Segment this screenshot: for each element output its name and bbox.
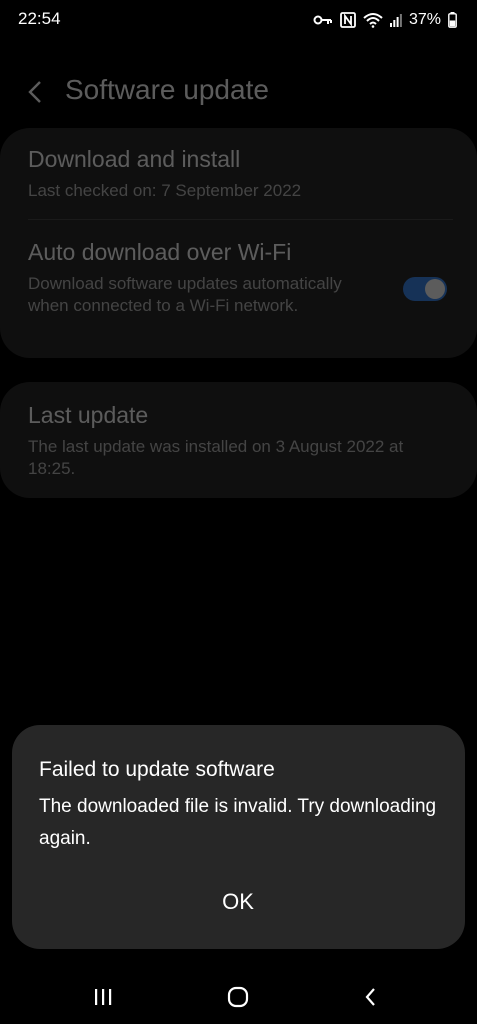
- status-icons: 37%: [313, 8, 457, 32]
- signal-icon: [389, 13, 402, 27]
- status-time: 22:54: [18, 9, 61, 28]
- nfc-icon: [340, 12, 356, 28]
- back-icon[interactable]: [356, 984, 386, 1010]
- home-icon[interactable]: [223, 984, 253, 1010]
- last-update-subtitle: The last update was installed on 3 Augus…: [28, 437, 404, 478]
- status-bar: 22:54 37%: [0, 0, 477, 40]
- battery-icon: [448, 12, 457, 28]
- vpn-key-icon: [313, 13, 333, 27]
- auto-download-subtitle: Download software updates automatically …: [28, 274, 342, 315]
- divider: [28, 219, 453, 220]
- header: Software update: [0, 70, 477, 114]
- ok-button[interactable]: OK: [188, 881, 288, 923]
- wifi-icon: [363, 12, 383, 28]
- page-title: Software update: [65, 74, 269, 105]
- error-dialog: Failed to update software The downloaded…: [12, 725, 465, 949]
- navigation-bar: [0, 970, 477, 1024]
- update-settings-card: Download and install Last checked on: 7 …: [0, 128, 477, 358]
- download-install-title: Download and install: [28, 146, 241, 172]
- download-install-subtitle: Last checked on: 7 September 2022: [28, 181, 302, 200]
- last-update-title: Last update: [28, 402, 149, 428]
- last-update-card[interactable]: Last update The last update was installe…: [0, 382, 477, 498]
- chevron-left-icon[interactable]: [24, 78, 48, 106]
- dialog-title: Failed to update software: [39, 758, 275, 781]
- toggle-knob: [425, 279, 445, 299]
- dialog-message: The downloaded file is invalid. Try down…: [39, 796, 437, 849]
- recent-apps-icon[interactable]: [88, 984, 118, 1010]
- battery-percent: 37%: [408, 11, 441, 28]
- auto-download-title: Auto download over Wi-Fi: [28, 239, 292, 265]
- auto-download-toggle[interactable]: [403, 277, 447, 301]
